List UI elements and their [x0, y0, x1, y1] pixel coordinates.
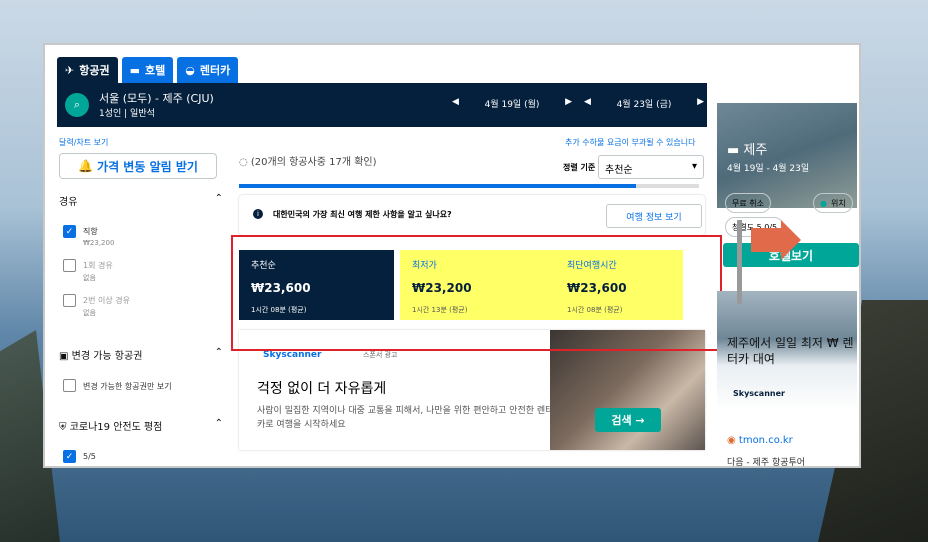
- direct-label: 직항: [83, 227, 98, 236]
- tab-hotels[interactable]: ▬ 호텔: [121, 57, 174, 83]
- thumbs-up-icon: ●: [820, 198, 827, 208]
- chevron-up-icon: ⌃: [214, 193, 223, 204]
- chevron-up-icon: ⌃: [214, 347, 223, 358]
- ad-search-button[interactable]: 검색 →: [595, 408, 661, 432]
- spinner-icon: ◌: [239, 157, 251, 168]
- search-summary-bar[interactable]: ⌕ 서울 (모두) - 제주 (CJU) 1성인 | 일반석 ◀ 4월 19일 (…: [57, 83, 707, 127]
- notice-text: 대한민국의 가장 최신 여행 제한 사항을 알고 싶나요?: [273, 210, 452, 219]
- one-stop-price: 없음: [83, 274, 96, 282]
- fees-link[interactable]: 추가 수하물 요금이 부과될 수 있습니다: [565, 137, 695, 148]
- travel-info-button[interactable]: 여행 정보 보기: [606, 204, 702, 228]
- hotel-dates: 4월 19일 - 4월 23일: [727, 164, 810, 174]
- direct-price: ₩23,200: [83, 239, 115, 247]
- car-rental-ad[interactable]: 제주에서 일일 최저 ₩ 렌터카 대여 Skyscanner: [717, 291, 857, 411]
- changeable-checkbox[interactable]: [63, 379, 76, 392]
- ad-tag: 스폰서 광고: [363, 351, 398, 359]
- ticket-icon: ▣: [59, 351, 72, 362]
- price-alert-button[interactable]: 🔔 가격 변동 알림 받기: [59, 153, 217, 179]
- changeable-label: 변경 가능한 항공권만 보기: [83, 382, 172, 391]
- depart-date-picker[interactable]: ◀ 4월 19일 (월) ▶: [452, 97, 572, 110]
- one-stop-checkbox[interactable]: [63, 259, 76, 272]
- highlight-annotation: [231, 235, 722, 351]
- bell-icon: 🔔: [78, 159, 94, 173]
- product-tabs: ✈ 항공권 ▬ 호텔 ◒ 렌터카: [57, 57, 239, 83]
- tmon-icon: ◉: [727, 435, 739, 446]
- prev-icon[interactable]: ◀: [584, 97, 591, 110]
- tab-cars[interactable]: ◒ 렌터카: [177, 57, 239, 83]
- ad-body: 사람이 밀집한 지역이나 대중 교통을 피해서, 나만을 위한 편안하고 안전한…: [257, 406, 554, 430]
- car-ad-text: 제주에서 일일 최저 ₩ 렌터카 대여: [727, 336, 854, 366]
- one-stop-label: 1회 경유: [83, 261, 113, 270]
- hotel-title: ▬ 제주: [727, 143, 768, 158]
- next-icon[interactable]: ▶: [565, 97, 572, 110]
- search-icon[interactable]: ⌕: [65, 93, 89, 117]
- car-icon: ◒: [185, 63, 195, 77]
- covid-label: 5/5: [83, 452, 96, 461]
- plane-icon: ✈: [65, 63, 75, 77]
- bed-icon: ▬: [129, 63, 140, 77]
- skyscanner-logo: Skyscanner: [263, 350, 322, 360]
- route-text: 서울 (모두) - 제주 (CJU): [99, 92, 214, 105]
- browser-window: ✈ 항공권 ▬ 호텔 ◒ 렌터카 ⌕ 서울 (모두) - 제주 (CJU) 1성인 |…: [43, 43, 861, 468]
- direct-checkbox[interactable]: ✓: [63, 225, 76, 238]
- multi-stop-label: 2번 이상 경유: [83, 296, 130, 305]
- covid-filter-header[interactable]: ⛨ 코로나19 안전도 평점 ⌃: [59, 418, 223, 433]
- return-date-picker[interactable]: ◀ 4월 23일 (금) ▶: [584, 97, 704, 110]
- chip-free-cancel: 무료 취소: [725, 193, 771, 213]
- ad-headline: 걱정 없이 더 자유롭게: [257, 381, 387, 397]
- calendar-link[interactable]: 달력/차트 보기: [59, 137, 108, 148]
- tmon-sub: 다음 - 제주 항공투어: [727, 458, 806, 468]
- skyscanner-logo: Skyscanner: [733, 389, 785, 398]
- next-icon[interactable]: ▶: [697, 97, 704, 110]
- loading-status: ◌ (20개의 항공사중 17개 확인): [239, 157, 377, 168]
- multi-stop-price: 없음: [83, 309, 96, 317]
- tmon-link[interactable]: ◉ tmon.co.kr: [727, 435, 793, 446]
- prev-icon[interactable]: ◀: [452, 97, 459, 110]
- caret-down-icon: ▾: [691, 161, 697, 172]
- travel-notice: i 대한민국의 가장 최신 여행 제한 사항을 알고 싶나요? 여행 정보 보기: [239, 195, 705, 235]
- changeable-filter-header[interactable]: ▣ 변경 가능 항공권 ⌃: [59, 347, 223, 362]
- chip-location: ● 위치: [813, 193, 853, 213]
- sort-label: 정렬 기준: [563, 163, 596, 172]
- scrollbar[interactable]: [737, 220, 742, 304]
- multi-stop-checkbox[interactable]: [63, 294, 76, 307]
- covid-checkbox[interactable]: ✓: [63, 450, 76, 463]
- chevron-up-icon: ⌃: [214, 418, 223, 429]
- stops-filter-header[interactable]: 경유 ⌃: [59, 193, 223, 208]
- tab-flights[interactable]: ✈ 항공권: [57, 57, 118, 83]
- loading-progress: [239, 184, 699, 188]
- sort-select[interactable]: 추천순 ▾: [598, 155, 704, 179]
- bed-icon: ▬: [727, 143, 744, 158]
- info-icon: i: [253, 209, 263, 219]
- passenger-text: 1성인 | 일반석: [99, 109, 155, 119]
- shield-icon: ⛨: [59, 422, 70, 433]
